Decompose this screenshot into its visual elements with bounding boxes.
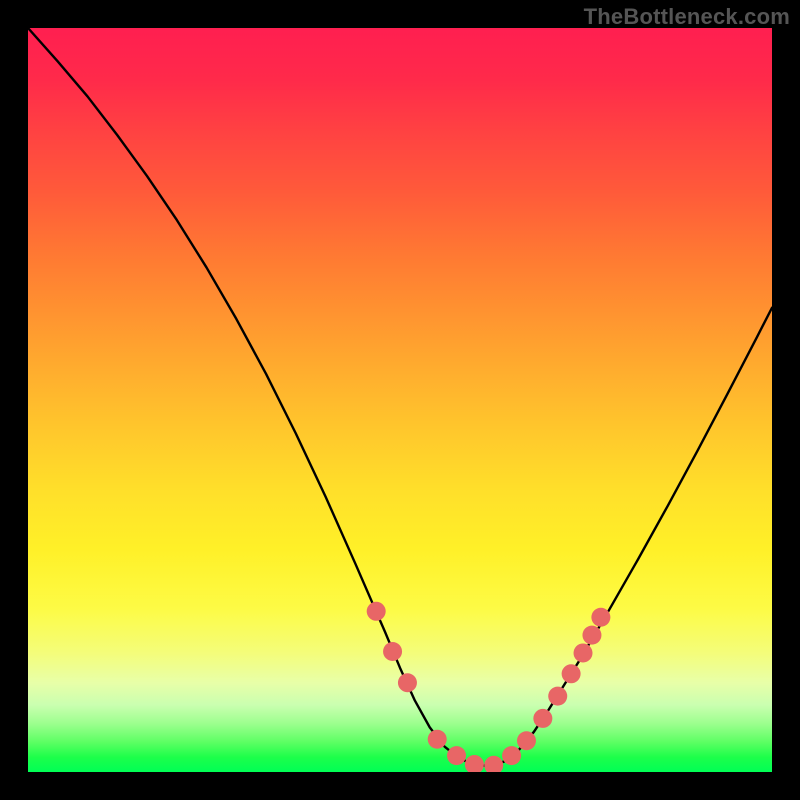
threshold-dot xyxy=(447,746,466,765)
threshold-dot xyxy=(502,746,521,765)
threshold-dot xyxy=(398,673,417,692)
threshold-dot xyxy=(548,687,567,706)
threshold-dot xyxy=(533,709,552,728)
threshold-dot xyxy=(428,730,447,749)
watermark-text: TheBottleneck.com xyxy=(584,4,790,30)
chart-frame: TheBottleneck.com xyxy=(0,0,800,800)
threshold-dot xyxy=(591,608,610,627)
threshold-dot xyxy=(383,642,402,661)
plot-area xyxy=(28,28,772,772)
threshold-dot xyxy=(582,626,601,645)
threshold-dot xyxy=(517,731,536,750)
threshold-dot xyxy=(465,755,484,772)
threshold-dot xyxy=(562,664,581,683)
threshold-dots-group xyxy=(367,602,611,772)
threshold-dot xyxy=(574,643,593,662)
threshold-dot xyxy=(484,756,503,772)
curve-layer xyxy=(28,28,772,772)
threshold-dot xyxy=(367,602,386,621)
